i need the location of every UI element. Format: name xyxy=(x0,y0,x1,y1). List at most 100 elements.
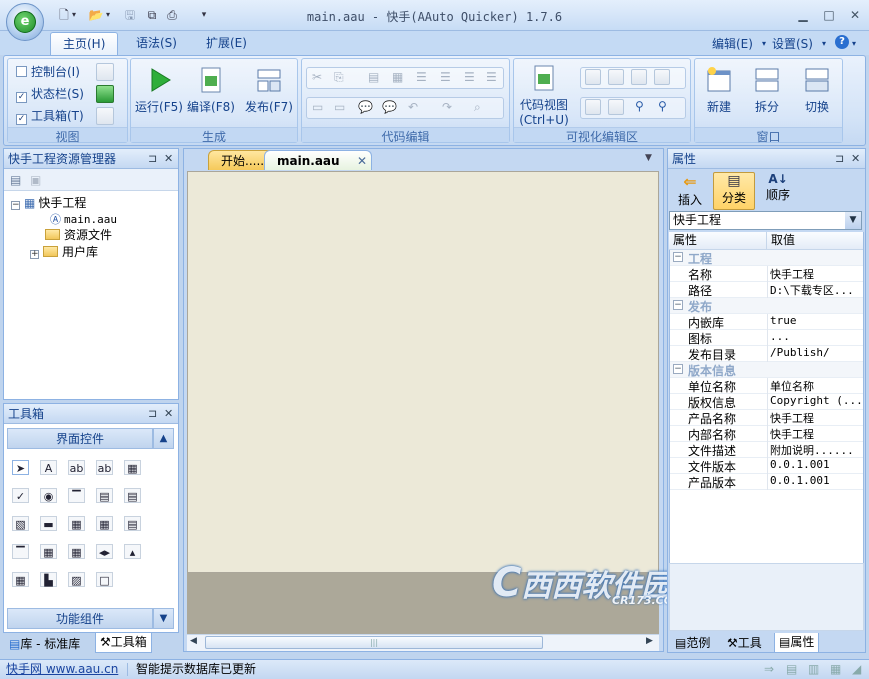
toolbox-control-icon[interactable]: ▦ xyxy=(96,516,113,531)
property-row[interactable]: 发布目录/Publish/ xyxy=(670,346,863,362)
toolbox-control-icon[interactable]: ▔ xyxy=(12,544,29,559)
toolbox-control-icon[interactable]: ▦ xyxy=(12,572,29,587)
property-row[interactable]: 内部名称 快手工程 xyxy=(670,426,863,442)
toolbox-control-icon[interactable]: ▬ xyxy=(40,516,57,531)
property-value[interactable]: 单位名称 xyxy=(770,378,862,394)
layer-icon[interactable] xyxy=(654,69,670,85)
property-row[interactable]: 路径 D:\下载专区... xyxy=(670,282,863,298)
property-category[interactable]: − 工程 xyxy=(670,250,863,266)
toolbox-control-icon[interactable]: ▤ xyxy=(96,488,113,503)
toolbox-control-icon[interactable]: ✓ xyxy=(12,488,29,503)
close-icon[interactable]: ✕ xyxy=(164,407,173,420)
status-arrow-icon[interactable]: ⇒ xyxy=(764,660,774,679)
property-row[interactable]: 产品名称 快手工程 xyxy=(670,410,863,426)
toolbox-control-icon[interactable]: ➤ xyxy=(12,460,29,475)
property-value[interactable]: 附加说明...... xyxy=(770,442,862,458)
align-left-icon[interactable] xyxy=(585,69,601,85)
property-row[interactable]: 文件版本 0.0.1.001 xyxy=(670,458,863,474)
property-row[interactable]: 单位名称 单位名称 xyxy=(670,378,863,394)
website-link[interactable]: 快手网 www.aau.cn xyxy=(6,660,118,679)
menu-settings-dropdown-icon[interactable]: ▾ xyxy=(822,39,826,48)
property-value[interactable]: 0.0.1.001 xyxy=(770,458,862,471)
same-size-icon[interactable] xyxy=(631,69,647,85)
cut-icon[interactable]: ✂ xyxy=(312,70,322,84)
tab-home[interactable]: 主页(H) xyxy=(50,32,119,55)
collapse-icon[interactable]: − xyxy=(11,201,20,210)
property-row[interactable]: 名称 快手工程 xyxy=(670,266,863,282)
statusbar-toggle[interactable]: ✓ 状态栏(S) xyxy=(16,85,84,103)
statusbar-checkbox[interactable]: ✓ xyxy=(16,92,27,103)
object-selector[interactable]: 快手工程 ▼ xyxy=(669,211,862,230)
property-row[interactable]: 文件描述 附加说明...... xyxy=(670,442,863,458)
toolbox-control-icon[interactable]: ab xyxy=(68,460,85,475)
toolbox-control-icon[interactable]: A xyxy=(40,460,57,475)
binoculars-icon[interactable]: ⌕ xyxy=(474,100,481,115)
toolbox-control-icon[interactable]: ▴ xyxy=(124,544,141,559)
dropdown-arrow-icon[interactable]: ▼ xyxy=(845,212,861,229)
property-row[interactable]: 图标... xyxy=(670,330,863,346)
tab-main-aau[interactable]: main.aau ✕ xyxy=(264,150,372,170)
toolbox-section-ui[interactable]: 界面控件 xyxy=(7,428,153,449)
status-doc-icon[interactable]: ▤ xyxy=(786,660,797,679)
console-checkbox[interactable] xyxy=(16,66,27,77)
project-tree-icon[interactable]: ▤ xyxy=(10,173,21,187)
toolbox-control-icon[interactable]: ▔ xyxy=(68,488,85,503)
tab-tools[interactable]: ⚒工具 xyxy=(723,634,766,654)
collapse-icon[interactable]: − xyxy=(673,252,683,262)
tree-item-resources[interactable]: 资源文件 xyxy=(45,226,112,243)
column-header-property[interactable]: 属性 xyxy=(669,232,767,250)
property-value[interactable]: ... xyxy=(770,330,862,343)
tree-root[interactable]: − ▦ 快手工程 xyxy=(11,194,86,211)
column-header-value[interactable]: 取值 xyxy=(767,232,863,250)
expand-icon[interactable]: + xyxy=(30,250,39,259)
resize-grip-icon[interactable]: ◢ xyxy=(852,660,861,679)
toolbox-control-icon[interactable]: ▧ xyxy=(12,516,29,531)
save-project-icon[interactable]: ▣ xyxy=(30,173,41,187)
property-row[interactable]: 版权信息 Copyright (... xyxy=(670,394,863,410)
collapse-icon[interactable]: − xyxy=(673,300,683,310)
paste-icon[interactable]: ▤ xyxy=(368,70,379,84)
toolbox-control-icon[interactable]: ▙ xyxy=(40,572,57,587)
property-value[interactable]: D:\下载专区... xyxy=(770,282,862,298)
toolbox-control-icon[interactable]: ▦ xyxy=(68,516,85,531)
split-button[interactable]: 拆分 xyxy=(747,65,787,115)
toolbox-control-icon[interactable]: ab xyxy=(96,460,113,475)
tab-extensions[interactable]: 扩展(E) xyxy=(194,32,259,55)
status-book-icon[interactable]: ▥ xyxy=(808,660,819,679)
align-icon[interactable]: ☰ xyxy=(486,70,497,84)
toolbox-control-icon[interactable]: ◉ xyxy=(40,488,57,503)
toolbox-control-icon[interactable]: ▦ xyxy=(40,544,57,559)
property-value[interactable]: 快手工程 xyxy=(770,410,862,426)
grid-icon[interactable] xyxy=(608,99,624,115)
uncomment-icon[interactable]: ▭ xyxy=(334,100,345,114)
application-menu-button[interactable]: e xyxy=(6,3,44,41)
help-dropdown-icon[interactable]: ▾ xyxy=(852,39,856,48)
insert-button[interactable]: ⇐ 插入 xyxy=(671,172,709,210)
tab-close-icon[interactable]: ✕ xyxy=(357,151,367,171)
maximize-button[interactable]: □ xyxy=(818,6,840,24)
run-button[interactable]: 运行(F5) xyxy=(133,65,185,115)
scroll-right-icon[interactable]: ▶ xyxy=(646,636,653,646)
console-window-icon[interactable] xyxy=(96,63,114,81)
toolbox-control-icon[interactable]: ▤ xyxy=(124,488,141,503)
toolbox-checkbox[interactable]: ✓ xyxy=(16,114,27,125)
property-value[interactable]: /Publish/ xyxy=(770,346,862,359)
tab-list-dropdown-icon[interactable]: ▼ xyxy=(645,153,652,163)
clipboard-icon[interactable] xyxy=(96,107,114,125)
pin-icon[interactable]: ⊐ xyxy=(835,152,844,165)
property-value[interactable]: 快手工程 xyxy=(770,426,862,442)
menu-edit-dropdown-icon[interactable]: ▾ xyxy=(762,39,766,48)
alphabetical-button[interactable]: A↓ 顺序 xyxy=(759,172,797,210)
property-category[interactable]: − 发布 xyxy=(670,298,863,314)
collapse-section-icon[interactable]: ▲ xyxy=(153,428,174,449)
copy-icon[interactable]: ⎘ xyxy=(334,70,344,85)
status-split-icon[interactable]: ▦ xyxy=(830,660,841,679)
property-value[interactable]: true xyxy=(770,314,862,327)
pin-right-icon[interactable]: ⚲ xyxy=(658,99,667,113)
property-row[interactable]: 产品版本 0.0.1.001 xyxy=(670,474,863,490)
find-icon[interactable]: ▦ xyxy=(392,70,403,84)
new-window-button[interactable]: 新建 xyxy=(699,65,739,115)
switch-button[interactable]: 切换 xyxy=(797,65,837,115)
expand-section-icon[interactable]: ▼ xyxy=(153,608,174,629)
toolbox-control-icon[interactable]: □ xyxy=(96,572,113,587)
